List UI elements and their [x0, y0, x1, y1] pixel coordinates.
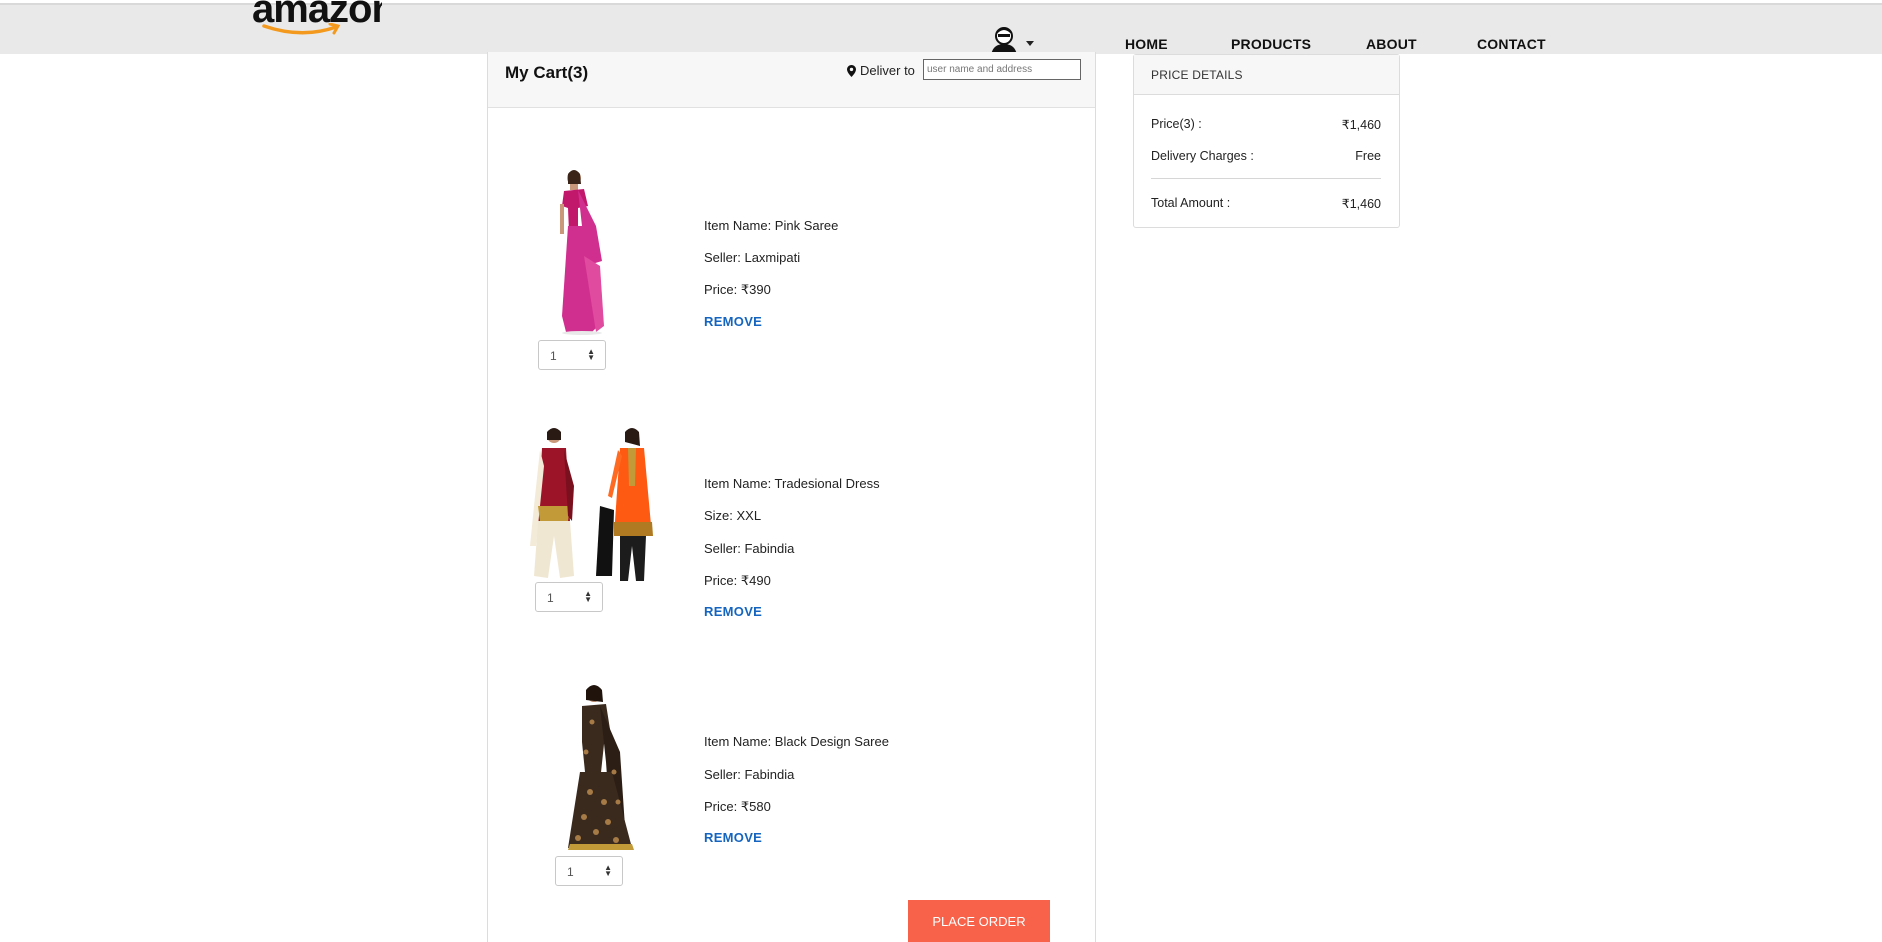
item-size: Size: XXL: [704, 508, 762, 523]
nav-about-link[interactable]: ABOUT: [1366, 36, 1417, 52]
total-value: ₹1,460: [1341, 197, 1381, 211]
cart-panel: My Cart(3) Deliver to 1 ▲▼ Item Name:: [487, 52, 1096, 942]
remove-item-button[interactable]: REMOVE: [704, 604, 762, 619]
black-design-saree-image: [568, 685, 634, 850]
total-label: Total Amount :: [1151, 196, 1231, 210]
remove-item-button[interactable]: REMOVE: [704, 314, 762, 329]
cart-header: My Cart(3) Deliver to: [488, 52, 1095, 108]
quantity-select[interactable]: 1 ▲ ▼: [535, 582, 603, 612]
quantity-value: 1: [547, 591, 554, 605]
pink-saree-image: [560, 170, 604, 335]
item-price: Price: ₹490: [704, 573, 771, 588]
price-details-header: PRICE DETAILS: [1134, 55, 1399, 95]
price-row-label: Price(3) :: [1151, 117, 1202, 131]
nav-products-link[interactable]: PRODUCTS: [1231, 36, 1311, 52]
delivery-row: Delivery Charges : Free: [1151, 149, 1381, 163]
quantity-value: 1: [550, 349, 557, 363]
traditional-dress-image: [530, 428, 653, 581]
deliver-to-label: Deliver to: [847, 63, 915, 78]
deliver-to-text: Deliver to: [860, 63, 915, 78]
nav-contact-link[interactable]: CONTACT: [1477, 36, 1546, 52]
item-price: Price: ₹390: [704, 282, 771, 297]
item-seller: Seller: Fabindia: [704, 541, 795, 556]
remove-item-button[interactable]: REMOVE: [704, 830, 762, 845]
quantity-select[interactable]: 1 ▲ ▼: [538, 340, 606, 370]
deliver-address-input[interactable]: [923, 59, 1081, 80]
delivery-row-value: Free: [1355, 149, 1381, 163]
item-price: Price: ₹580: [704, 799, 771, 814]
price-row: Price(3) : ₹1,460: [1151, 117, 1381, 132]
nav-home-link[interactable]: HOME: [1125, 36, 1168, 52]
delivery-row-label: Delivery Charges :: [1151, 149, 1254, 163]
place-order-button[interactable]: PLACE ORDER: [908, 900, 1050, 942]
price-details-panel: PRICE DETAILS Price(3) : ₹1,460 Delivery…: [1133, 54, 1400, 228]
item-name: Item Name: Black Design Saree: [704, 734, 889, 749]
chevron-down-icon: [1026, 41, 1034, 46]
total-row: Total Amount : ₹1,460: [1151, 196, 1381, 211]
sort-arrows-icon: ▲ ▼: [587, 347, 595, 362]
location-pin-icon: [847, 64, 856, 77]
amazon-logo[interactable]: amazon: [252, 0, 382, 43]
logo-smile-icon: [262, 23, 341, 35]
item-name: Item Name: Tradesional Dress: [704, 476, 880, 491]
cart-title: My Cart(3): [505, 63, 589, 82]
price-row-value: ₹1,460: [1341, 118, 1381, 132]
quantity-value: 1: [567, 865, 574, 879]
sort-arrows-icon: ▲ ▼: [584, 589, 592, 604]
price-divider: [1151, 178, 1381, 179]
top-navbar: amazon HOME PRODUCTS ABOUT CONTACT: [0, 0, 1882, 55]
quantity-select[interactable]: 1 ▲ ▼: [555, 856, 623, 886]
user-avatar-icon: [991, 27, 1017, 55]
item-name: Item Name: Pink Saree: [704, 218, 839, 233]
sort-arrows-icon: ▲ ▼: [604, 863, 612, 878]
price-details-heading: PRICE DETAILS: [1151, 68, 1243, 82]
item-seller: Seller: Laxmipati: [704, 250, 801, 265]
item-seller: Seller: Fabindia: [704, 767, 795, 782]
